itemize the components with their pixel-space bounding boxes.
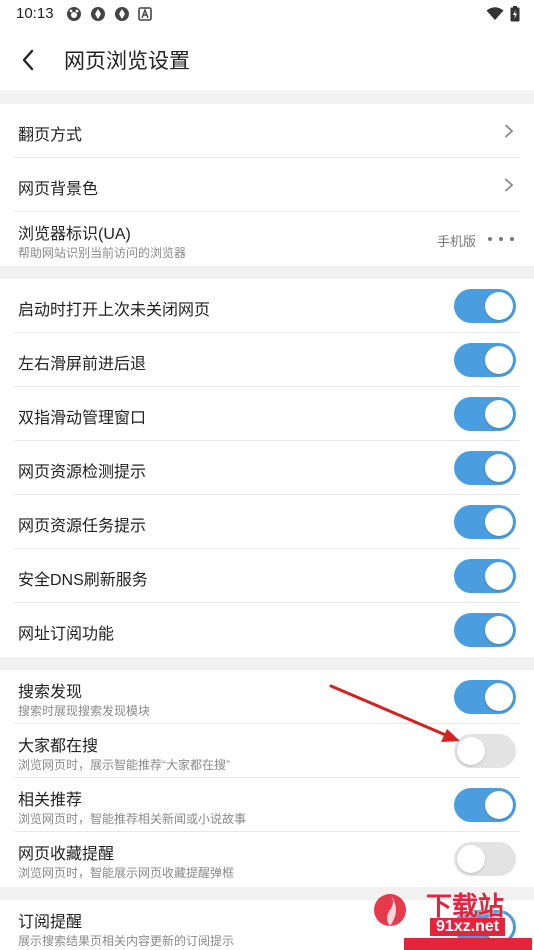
secure-dns-toggle[interactable] [454,559,516,593]
toggle-description: 浏览网页时，展示智能推荐“大家都在搜” [18,758,230,772]
watermark-logo: 下载站 91xz.net [364,880,534,950]
ua-row[interactable]: 浏览器标识(UA) 帮助网站识别当前访问的浏览器 手机版 [0,212,534,266]
aperture-icon [115,7,129,21]
toggle-row-trending-searches: 大家都在搜 浏览网页时，展示智能推荐“大家都在搜” [0,724,534,778]
back-arrow-icon [22,49,34,71]
toggle-description: 浏览网页时，智能推荐相关新闻或小说故事 [18,812,247,826]
toggle-row-two-finger: 双指滑动管理窗口 [0,387,534,441]
toggle-label: 双指滑动管理窗口 [18,410,147,427]
toggle-label: 网址订阅功能 [18,626,115,643]
toggle-row-related-recommend: 相关推荐 浏览网页时，智能推荐相关新闻或小说故事 [0,778,534,832]
ua-label: 浏览器标识(UA) [18,226,131,243]
toggle-row-secure-dns: 安全DNS刷新服务 [0,549,534,603]
battery-charging-icon [510,6,520,22]
paw-icon [67,7,81,21]
toggle-row-swipe-navigation: 左右滑屏前进后退 [0,333,534,387]
toggle-label: 网页收藏提醒 [18,846,115,863]
resource-task-toggle[interactable] [454,505,516,539]
bg-color-label: 网页背景色 [18,181,99,198]
swipe-navigation-toggle[interactable] [454,343,516,377]
watermark-domain: 91xz.net [430,918,506,936]
chevron-right-icon [505,178,514,192]
toggle-row-search-discovery: 搜索发现 搜索时展现搜索发现模块 [0,670,534,724]
chevron-right-icon [505,124,514,138]
toggle-row-resource-detect: 网页资源检测提示 [0,441,534,495]
search-discovery-toggle[interactable] [454,680,516,714]
page-title: 网页浏览设置 [64,50,190,73]
title-bar: 网页浏览设置 [0,28,534,92]
page-turn-label: 翻页方式 [18,127,83,144]
status-bar: 10:13 [0,0,534,28]
toggle-settings-section: 启动时打开上次未关闭网页 左右滑屏前进后退 双指滑动管理窗口 网页资源检测提示 … [0,279,534,657]
page-turn-row[interactable]: 翻页方式 [0,104,534,158]
discovery-section: 搜索发现 搜索时展现搜索发现模块 大家都在搜 浏览网页时，展示智能推荐“大家都在… [0,670,534,887]
url-subscription-toggle[interactable] [454,613,516,647]
trending-searches-toggle[interactable] [454,734,516,768]
back-button[interactable] [12,44,44,76]
resource-detect-toggle[interactable] [454,451,516,485]
toggle-row-url-subscription: 网址订阅功能 [0,603,534,657]
two-finger-window-toggle[interactable] [454,397,516,431]
more-icon[interactable] [488,235,514,243]
section-gap [0,657,534,670]
section-gap [0,266,534,279]
ua-value: 手机版 [436,234,476,249]
related-recommend-toggle[interactable] [454,788,516,822]
toggle-label: 启动时打开上次未关闭网页 [18,302,211,319]
toggle-description: 浏览网页时，智能展示网页收藏提醒弹框 [18,866,235,880]
section-gap [0,93,534,104]
basic-settings-section: 翻页方式 网页背景色 浏览器标识(UA) 帮助网站识别当前访问的浏览器 手机版 [0,104,534,266]
bookmark-reminder-toggle[interactable] [454,842,516,876]
a-badge-icon [138,7,152,21]
toggle-description: 展示搜索结果页相关内容更新的订阅提示 [18,934,235,948]
toggle-label: 安全DNS刷新服务 [18,572,148,589]
wifi-icon [486,7,504,20]
ua-description: 帮助网站识别当前访问的浏览器 [18,246,187,260]
status-time: 10:13 [16,5,54,22]
restore-pages-toggle[interactable] [454,289,516,323]
bg-color-row[interactable]: 网页背景色 [0,158,534,212]
toggle-label: 搜索发现 [18,684,83,701]
toggle-label: 大家都在搜 [18,738,99,755]
toggle-label: 订阅提醒 [18,914,83,931]
toggle-label: 网页资源任务提示 [18,518,147,535]
toggle-label: 左右滑屏前进后退 [18,356,147,373]
status-system-icons [486,6,520,22]
status-notification-icons [66,6,152,22]
toggle-label: 网页资源检测提示 [18,464,147,481]
aperture-icon [91,7,105,21]
toggle-row-bookmark-reminder: 网页收藏提醒 浏览网页时，智能展示网页收藏提醒弹框 [0,832,534,887]
toggle-row-resource-task: 网页资源任务提示 [0,495,534,549]
toggle-row-restore-pages: 启动时打开上次未关闭网页 [0,279,534,333]
toggle-description: 搜索时展现搜索发现模块 [18,704,151,718]
toggle-label: 相关推荐 [18,792,83,809]
